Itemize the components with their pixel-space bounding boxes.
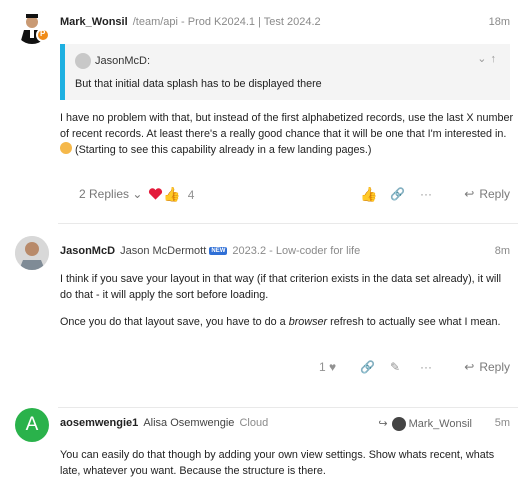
chevron-down-icon: ⌄	[132, 187, 143, 201]
reply-to-indicator[interactable]: ↪ Mark_Wonsil	[378, 417, 472, 432]
quote-block: JasonMcD: ⌄↑ But that initial data splas…	[60, 44, 510, 100]
post-jasonmcd: JasonMcD Jason McDermott NEW 2023.2 - Lo…	[0, 224, 530, 404]
post-actions: 1 ♥ 🔗 ✎ ··· ↩ Reply	[60, 356, 510, 378]
user-title: Cloud	[239, 417, 269, 429]
reactions[interactable]: 👍 4	[148, 183, 194, 205]
post-age[interactable]: 8m	[495, 245, 510, 257]
post-text: I have no problem with that, but instead…	[60, 112, 514, 140]
thumbs-up-icon: 👍	[163, 186, 181, 202]
link-icon[interactable]: 🔗	[390, 183, 405, 205]
reply-label: Reply	[479, 360, 510, 374]
reply-arrow-icon: ↩	[464, 187, 475, 201]
post-meta: JasonMcD Jason McDermott NEW 2023.2 - Lo…	[60, 245, 510, 261]
user-flair: P	[36, 28, 50, 42]
arrow-up-icon[interactable]: ↑	[491, 53, 501, 65]
link-icon[interactable]: 🔗	[360, 356, 375, 378]
quote-controls[interactable]: ⌄↑	[477, 52, 500, 65]
like-count: 1	[319, 360, 326, 374]
paragraph-emphasis: browser	[288, 316, 328, 328]
post-paragraph-2: Once you do that layout save, you have t…	[60, 314, 515, 330]
thumbs-up-icon[interactable]: 👍	[360, 183, 377, 205]
post-meta: aosemwengie1 Alisa Osemwengie Cloud ↪ Mar…	[60, 417, 510, 433]
more-icon[interactable]: ···	[420, 356, 432, 378]
heart-icon	[148, 188, 163, 200]
post-age[interactable]: 18m	[489, 16, 510, 28]
quote-header[interactable]: JasonMcD:	[75, 53, 150, 69]
user-title: 2023.2 - Low-coder for life	[232, 245, 361, 257]
heart-icon: ♥	[329, 360, 337, 374]
reply-arrow-icon: ↩	[464, 360, 475, 374]
post-paragraph-1: I think if you save your layout in that …	[60, 273, 502, 301]
replies-toggle[interactable]: 2 Replies ⌄	[79, 183, 142, 205]
post-meta: Mark_Wonsil /team/api - Prod K2024.1 | T…	[60, 16, 510, 32]
username[interactable]: Mark_Wonsil	[60, 16, 128, 28]
paragraph-text: refresh to actually see what I mean.	[327, 316, 501, 328]
quote-text: But that initial data splash has to be d…	[75, 78, 322, 90]
edit-icon[interactable]: ✎	[390, 356, 400, 378]
reply-button[interactable]: ↩ Reply	[464, 356, 510, 378]
reply-label: Reply	[479, 187, 510, 201]
post-body: I have no problem with that, but instead…	[60, 110, 515, 158]
new-user-badge: NEW	[209, 247, 228, 255]
reaction-count: 4	[187, 188, 195, 202]
person-emoji-icon	[60, 142, 72, 154]
reply-to-user: Mark_Wonsil	[408, 418, 472, 430]
paragraph-text: Once you do that layout save, you have t…	[60, 316, 289, 328]
username[interactable]: aosemwengie1	[60, 417, 138, 429]
avatar[interactable]	[15, 236, 49, 270]
mini-avatar	[391, 417, 406, 432]
reply-arrow-icon: ↪	[378, 418, 388, 430]
post-text: You can easily do that though by adding …	[60, 449, 495, 477]
post-age[interactable]: 5m	[495, 417, 510, 429]
reply-button[interactable]: ↩ Reply	[464, 183, 510, 205]
like-button[interactable]: 1 ♥	[319, 356, 336, 378]
quote-author: JasonMcD:	[95, 54, 151, 67]
post-aosemwengie1: A aosemwengie1 Alisa Osemwengie Cloud ↪ M…	[0, 408, 530, 500]
post-text-2: (Starting to see this capability already…	[75, 144, 372, 156]
avatar[interactable]: A	[15, 408, 49, 442]
full-name: Jason McDermott	[120, 245, 207, 257]
full-name: Alisa Osemwengie	[143, 417, 235, 429]
chevron-down-icon[interactable]: ⌄	[477, 53, 490, 65]
replies-label: 2 Replies	[79, 187, 130, 201]
post-actions: 2 Replies ⌄ 👍 4 👍 🔗 ··· ↩ Reply	[60, 183, 510, 205]
quote-avatar	[75, 53, 91, 69]
more-icon[interactable]: ···	[420, 183, 432, 205]
user-title: /team/api - Prod K2024.1 | Test 2024.2	[132, 16, 321, 28]
post-mark-wonsil: P Mark_Wonsil /team/api - Prod K2024.1 |…	[0, 0, 530, 222]
username[interactable]: JasonMcD	[60, 245, 115, 257]
